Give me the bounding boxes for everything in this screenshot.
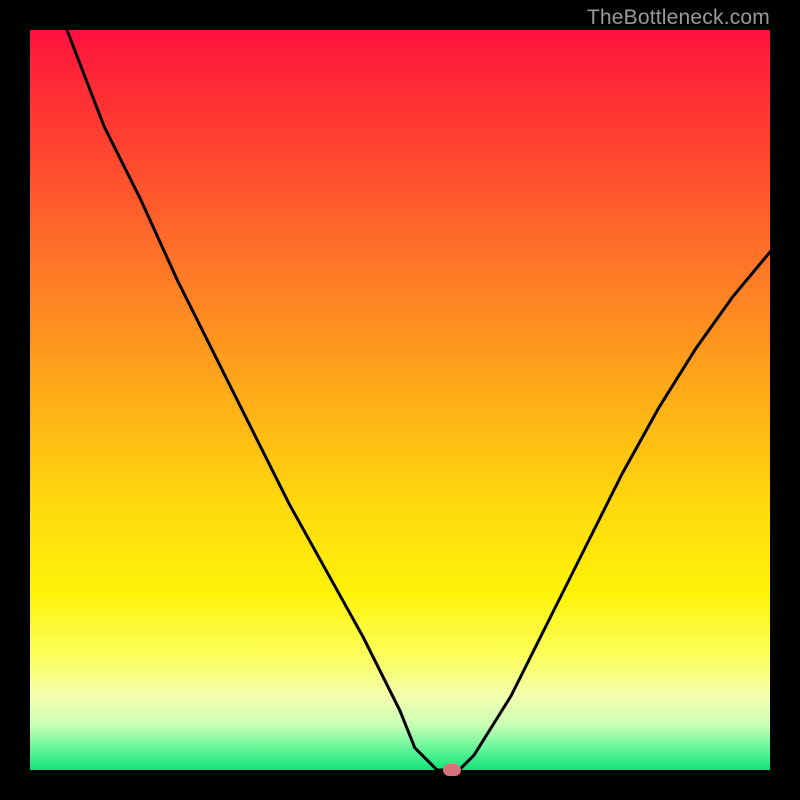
curve-svg	[30, 30, 770, 770]
watermark-text: TheBottleneck.com	[587, 6, 770, 30]
chart-frame: TheBottleneck.com	[0, 0, 800, 800]
plot-area	[30, 30, 770, 770]
bottleneck-curve	[67, 30, 770, 770]
optimal-point-marker	[443, 764, 461, 776]
